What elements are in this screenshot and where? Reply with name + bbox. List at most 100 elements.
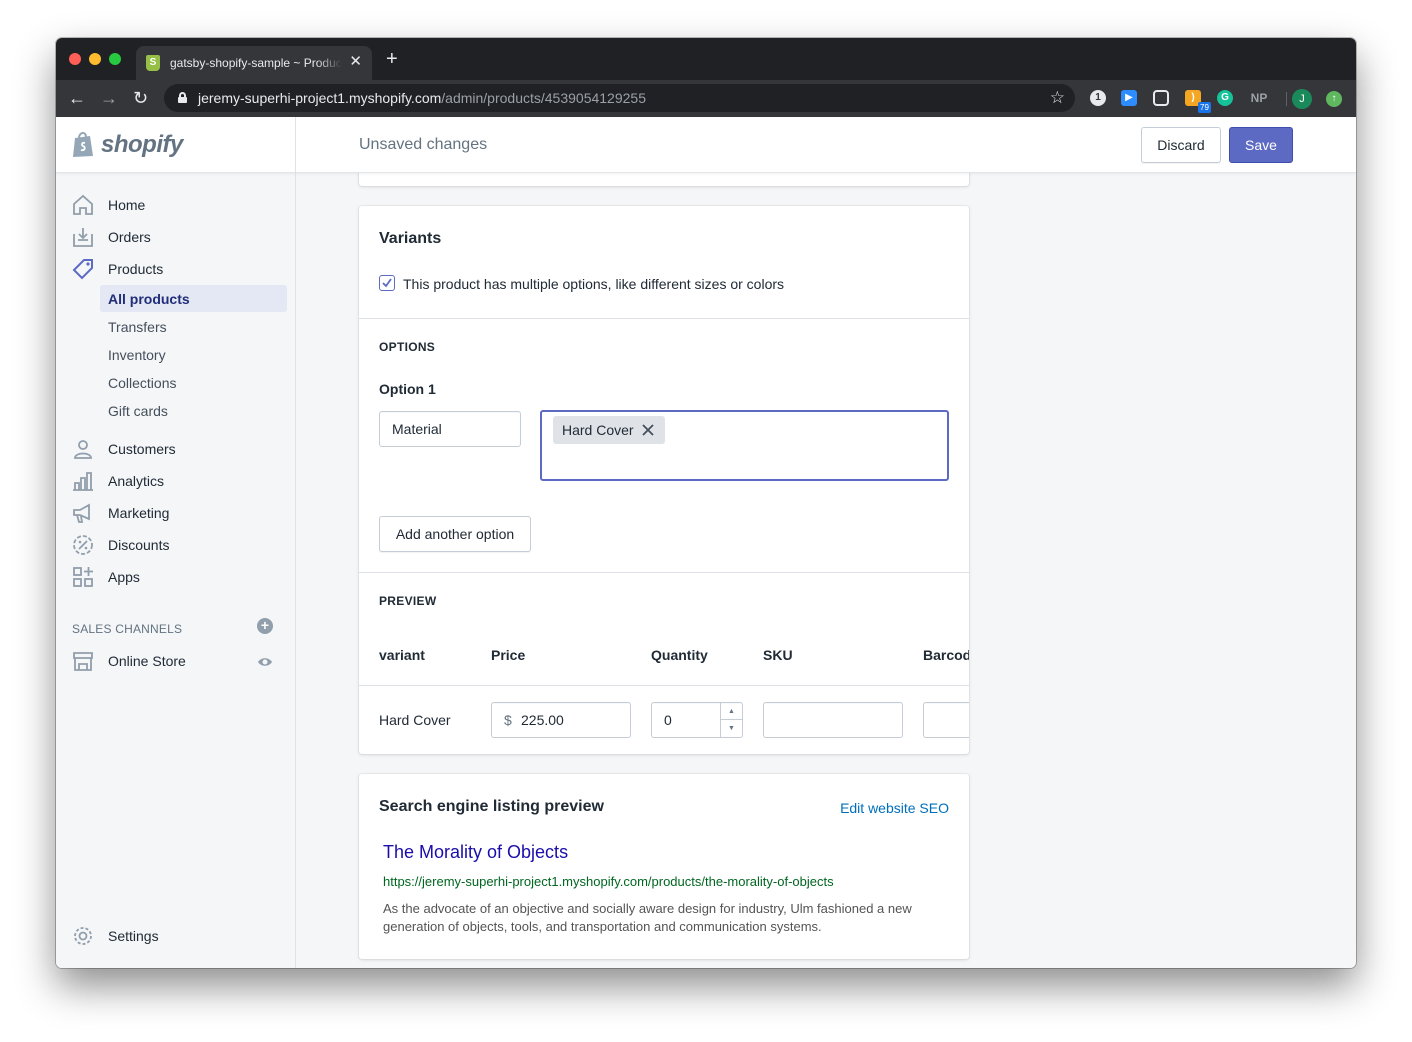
eye-icon[interactable] — [257, 654, 273, 670]
variants-card: Variants This product has multiple optio… — [359, 206, 969, 754]
divider — [359, 318, 969, 319]
sidebar-item-settings[interactable]: Settings — [72, 923, 287, 953]
bar-chart-icon — [73, 472, 93, 491]
multiple-options-checkbox[interactable] — [379, 275, 395, 291]
tag-icon — [72, 259, 93, 280]
url-text[interactable]: jeremy-superhi-project1.myshopify.com/ad… — [198, 90, 646, 106]
variant-row-label: Hard Cover — [379, 712, 451, 728]
grammarly-icon[interactable]: G — [1217, 90, 1233, 106]
megaphone-icon — [73, 503, 90, 523]
gear-icon — [74, 927, 92, 945]
sidebar-item-label: Marketing — [108, 505, 170, 521]
sidebar-subitem-label: Collections — [108, 375, 177, 391]
lock-icon — [178, 92, 187, 103]
decrement-icon[interactable]: ▼ — [721, 720, 742, 737]
previous-card — [359, 173, 969, 186]
sidebar-item-online-store[interactable]: Online Store — [72, 648, 287, 678]
add-channel-icon[interactable]: + — [257, 618, 273, 634]
stepper-buttons: ▲ ▼ — [720, 703, 742, 737]
main-content: Variants This product has multiple optio… — [296, 173, 1356, 968]
discard-button[interactable]: Discard — [1141, 127, 1221, 163]
sku-input[interactable] — [763, 702, 903, 738]
browser-window: S gatsby-shopify-sample ~ Products ✕ + ←… — [56, 38, 1356, 968]
sidebar-item-label: Customers — [108, 441, 176, 457]
sidebar-subitem-gift-cards[interactable]: Gift cards — [100, 397, 287, 424]
quantity-stepper[interactable]: 0 ▲ ▼ — [651, 702, 743, 738]
sidebar-subitem-collections[interactable]: Collections — [100, 369, 287, 396]
toolbar-separator — [1286, 92, 1287, 106]
reload-icon[interactable]: ↻ — [133, 88, 148, 108]
forward-icon[interactable]: → — [100, 88, 118, 108]
sidebar-item-label: Settings — [108, 928, 159, 944]
password-manager-icon[interactable]: 1 — [1090, 90, 1106, 106]
np-extension-icon[interactable]: NP — [1248, 90, 1270, 106]
sidebar-item-label: Discounts — [108, 537, 170, 553]
column-header-barcode: Barcod — [923, 647, 969, 663]
sidebar-item-label: Products — [108, 261, 164, 277]
bookmark-star-icon[interactable]: ☆ — [1050, 88, 1065, 108]
sidebar-subitem-label: Gift cards — [108, 403, 168, 419]
logo-area: shopify — [56, 117, 296, 173]
sidebar-item-marketing[interactable]: Marketing — [72, 500, 287, 530]
price-input[interactable]: $ 225.00 — [491, 702, 631, 738]
preview-header: PREVIEW — [379, 594, 437, 608]
barcode-input[interactable] — [923, 702, 969, 738]
sidebar-item-label: Orders — [108, 229, 151, 245]
multiple-options-label[interactable]: This product has multiple options, like … — [403, 276, 784, 292]
increment-icon[interactable]: ▲ — [721, 703, 742, 720]
option-values-input[interactable]: Hard Cover — [540, 410, 949, 481]
sidebar-item-home[interactable]: Home — [72, 192, 287, 222]
person-icon — [74, 440, 92, 459]
minimize-window-button[interactable] — [89, 53, 101, 65]
tab-close-icon[interactable]: ✕ — [349, 54, 362, 70]
sidebar-subitem-inventory[interactable]: Inventory — [100, 341, 287, 368]
sidebar-item-products[interactable]: Products — [72, 256, 287, 286]
column-header-sku: SKU — [763, 647, 793, 663]
seo-page-title: The Morality of Objects — [383, 842, 569, 862]
shopify-bag-icon — [73, 132, 93, 157]
sidebar-subitem-all-products[interactable]: All products — [100, 285, 287, 312]
pocket-icon[interactable] — [1153, 90, 1169, 106]
tab-strip: S gatsby-shopify-sample ~ Products ✕ + — [56, 38, 1356, 80]
sidebar-subitem-label: All products — [108, 291, 190, 307]
shopify-admin: shopify Unsaved changes Discard Save Hom… — [56, 117, 1356, 968]
address-bar[interactable]: jeremy-superhi-project1.myshopify.com/ad… — [164, 84, 1075, 112]
shopify-logo-text: shopify — [101, 131, 183, 158]
sidebar-subitem-transfers[interactable]: Transfers — [100, 313, 287, 340]
sidebar-item-apps[interactable]: Apps — [72, 564, 287, 594]
browser-toolbar: ← → ↻ jeremy-superhi-project1.myshopify.… — [56, 80, 1356, 117]
sidebar-item-label: Apps — [108, 569, 140, 585]
sidebar-item-analytics[interactable]: Analytics — [72, 468, 287, 498]
browser-tab[interactable]: S gatsby-shopify-sample ~ Products ✕ — [136, 46, 372, 80]
maximize-window-button[interactable] — [109, 53, 121, 65]
sidebar-item-customers[interactable]: Customers — [72, 436, 287, 466]
sidebar-item-discounts[interactable]: Discounts — [72, 532, 287, 562]
shopify-favicon-icon: S — [146, 55, 160, 71]
column-header-variant: variant — [379, 647, 425, 663]
add-another-option-button[interactable]: Add another option — [379, 516, 531, 552]
unsaved-changes-message: Unsaved changes — [359, 136, 488, 153]
new-tab-button[interactable]: + — [386, 49, 398, 69]
divider — [359, 685, 969, 686]
save-button[interactable]: Save — [1229, 127, 1293, 163]
close-window-button[interactable] — [69, 53, 81, 65]
profile-avatar[interactable]: J — [1292, 89, 1312, 109]
currency-prefix: $ — [504, 712, 512, 728]
option-value-tag: Hard Cover — [553, 416, 665, 444]
sidebar-subitem-label: Transfers — [108, 319, 167, 335]
zoom-icon[interactable]: ▶ — [1121, 90, 1137, 106]
column-header-quantity: Quantity — [651, 647, 708, 663]
option-1-label: Option 1 — [379, 381, 436, 397]
back-icon[interactable]: ← — [68, 88, 86, 108]
sidebar-item-label: Online Store — [108, 653, 186, 669]
context-save-bar: shopify Unsaved changes Discard Save — [56, 117, 1356, 173]
sidebar-item-orders[interactable]: Orders — [72, 224, 287, 254]
update-icon[interactable]: ↑ — [1326, 91, 1342, 107]
sales-channels-header: SALES CHANNELS — [72, 622, 183, 636]
remove-tag-icon[interactable] — [641, 423, 655, 437]
checkmark-icon — [382, 278, 392, 288]
sidebar-item-label: Home — [108, 197, 146, 213]
home-icon — [73, 194, 93, 215]
edit-seo-link[interactable]: Edit website SEO — [840, 800, 949, 816]
option-name-input[interactable]: Material — [379, 411, 521, 447]
